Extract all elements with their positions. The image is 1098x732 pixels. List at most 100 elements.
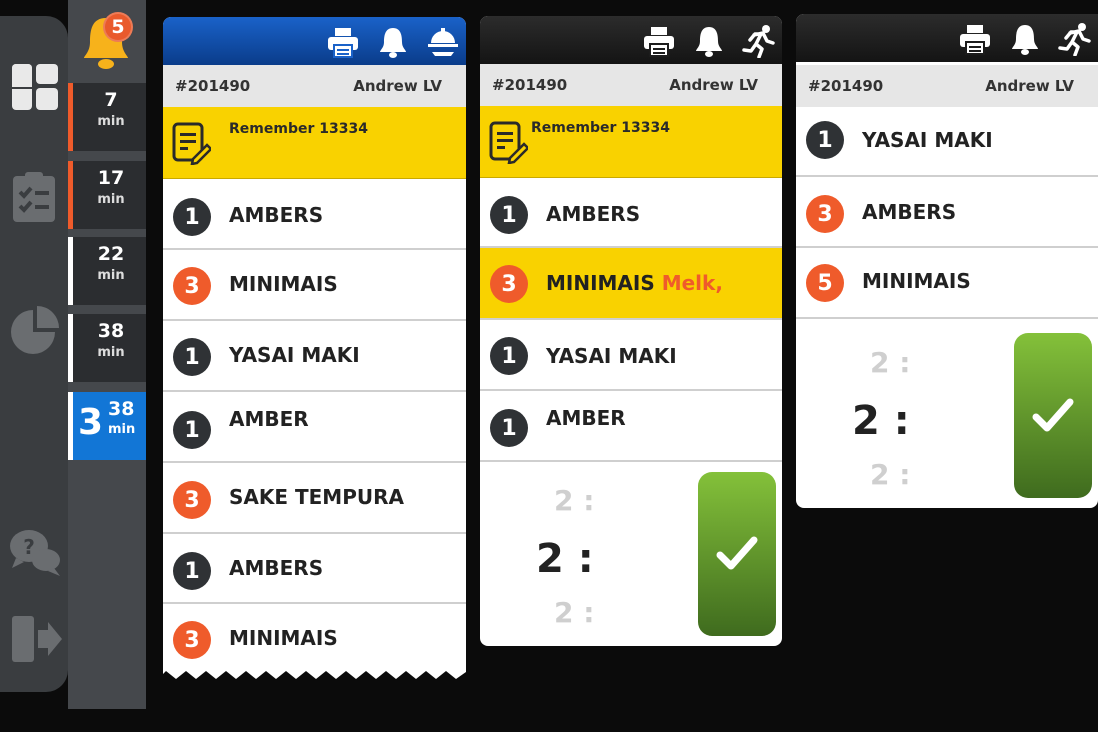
item-name: AMBERS: [229, 203, 324, 227]
item-modifier: Melk,: [661, 271, 723, 295]
item-name: YASAI MAKI: [862, 128, 993, 152]
left-nav: ?: [0, 16, 68, 692]
time-picker-current: 2 :: [536, 536, 594, 582]
printer-icon[interactable]: [642, 24, 676, 58]
order-card[interactable]: #201490 Andrew LV Remember 13334 1 AMBERS…: [480, 16, 782, 646]
order-meta: #201490 Andrew LV: [163, 65, 466, 107]
order-item-row[interactable]: 1 AMBERS: [163, 179, 466, 250]
help-chat-icon[interactable]: ?: [8, 524, 62, 578]
order-card-body: #201490 Andrew LV Remember 13334 1 AMBERS…: [163, 17, 466, 667]
clipboard-checklist-icon[interactable]: [8, 170, 62, 224]
item-name: AMBERS: [862, 200, 957, 224]
svg-text:?: ?: [23, 535, 35, 559]
order-timer[interactable]: 7 min: [68, 83, 146, 151]
item-qty-badge: 1: [173, 198, 211, 236]
order-card-header: [163, 17, 466, 65]
order-number: #201490: [808, 77, 884, 95]
order-timer[interactable]: 17 min: [68, 161, 146, 229]
serving-tray-icon[interactable]: [426, 25, 460, 59]
running-person-icon[interactable]: [1058, 22, 1092, 57]
timer-value: 38: [108, 398, 135, 420]
order-item-row[interactable]: 1 AMBERS: [480, 178, 782, 248]
order-meta: #201490 Andrew LV: [796, 65, 1098, 107]
header-actions: [958, 22, 1092, 57]
time-picker-current: 2 :: [852, 398, 910, 444]
order-item-row-highlighted[interactable]: 3 MINIMAIS Melk,: [480, 248, 782, 320]
dashboard-icon[interactable]: [8, 60, 62, 114]
item-name: AMBER: [546, 406, 626, 430]
order-note[interactable]: Remember 13334: [480, 106, 782, 178]
logout-icon[interactable]: [8, 612, 62, 666]
timer-unit: min: [97, 268, 125, 283]
item-name: AMBERS: [229, 556, 324, 580]
timer-status-bar: [68, 237, 73, 305]
running-person-icon[interactable]: [742, 24, 776, 59]
timer-status-bar: [68, 161, 73, 229]
order-card[interactable]: #201490 Andrew LV 1 YASAI MAKI 3 AMBERS 5M…: [796, 14, 1098, 508]
timer-status-bar: [68, 392, 73, 460]
item-name-text: MINIMAIS: [546, 271, 655, 295]
order-item-row[interactable]: 3 MINIMAIS: [163, 250, 466, 321]
order-meta: #201490 Andrew LV: [480, 64, 782, 106]
item-name: MINIMAIS: [229, 272, 338, 296]
notification-count-badge: 5: [103, 12, 133, 42]
receipt-tear-edge: [163, 666, 466, 679]
timer-value: 7: [104, 89, 118, 111]
time-picker-prev: 2 :: [554, 484, 595, 517]
timer-unit: min: [97, 114, 125, 129]
order-card-header: [480, 16, 782, 64]
order-item-row[interactable]: 3 SAKE TEMPURA: [163, 463, 466, 534]
order-number: #201490: [492, 76, 568, 94]
order-item-row[interactable]: 1 AMBER: [480, 391, 782, 462]
order-item-row[interactable]: 1 YASAI MAKI: [163, 321, 466, 392]
item-qty-badge: 1: [490, 196, 528, 234]
order-timer[interactable]: 38 min: [68, 314, 146, 382]
order-item-row[interactable]: 3 MINIMAIS: [163, 604, 466, 667]
order-item-row[interactable]: 1 AMBER: [163, 392, 466, 463]
item-name: SAKE TEMPURA: [229, 485, 404, 509]
order-timer[interactable]: 22 min: [68, 237, 146, 305]
item-qty-badge: 3: [173, 481, 211, 519]
order-item-row[interactable]: 3 AMBERS: [796, 177, 1098, 248]
timer-unit: min: [108, 422, 136, 437]
order-note-text: Remember 13334: [229, 121, 368, 137]
item-qty-badge: 1: [173, 552, 211, 590]
item-name: MINIMAIS: [862, 269, 971, 293]
timer-value: 17: [97, 167, 125, 189]
order-timer-active[interactable]: 3 38 min: [68, 392, 146, 460]
item-name: YASAI MAKI: [546, 344, 677, 368]
order-item-row[interactable]: 1 YASAI MAKI: [480, 320, 782, 391]
time-picker-next: 2 :: [554, 596, 595, 629]
time-picker-prev: 2 :: [870, 346, 911, 379]
note-edit-icon: [171, 121, 213, 166]
item-name: YASAI MAKI: [229, 343, 360, 367]
header-actions: [326, 25, 460, 59]
order-card[interactable]: #201490 Andrew LV Remember 13334 1 AMBERS…: [163, 17, 466, 680]
order-item-row[interactable]: 1 AMBERS: [163, 534, 466, 604]
complete-order-button[interactable]: [1014, 333, 1092, 498]
order-user: Andrew LV: [353, 77, 442, 95]
item-qty-badge: 1: [490, 337, 528, 375]
timer-unit: min: [97, 345, 125, 360]
item-qty-badge: 5: [806, 264, 844, 302]
item-qty-badge: 3: [173, 267, 211, 305]
item-name: AMBERS: [546, 202, 641, 226]
bell-icon[interactable]: [376, 25, 410, 59]
item-qty-badge: 1: [490, 409, 528, 447]
order-note[interactable]: Remember 13334: [163, 107, 466, 179]
time-picker-next: 2 :: [870, 458, 911, 491]
item-name: MINIMAIS Melk,: [546, 271, 723, 295]
printer-icon[interactable]: [958, 22, 992, 56]
complete-order-button[interactable]: [698, 472, 776, 636]
pie-chart-icon[interactable]: [8, 304, 62, 358]
bell-icon[interactable]: [692, 24, 726, 58]
order-user: Andrew LV: [669, 76, 758, 94]
bell-icon[interactable]: [1008, 22, 1042, 56]
order-item-row[interactable]: 5 MINIMAIS: [796, 248, 1098, 319]
item-qty-badge: 3: [490, 265, 528, 303]
printer-icon[interactable]: [326, 25, 360, 59]
header-actions: [642, 24, 776, 59]
order-item-row[interactable]: 1 YASAI MAKI: [796, 107, 1098, 177]
order-card-header: [796, 14, 1098, 62]
item-name: AMBER: [229, 407, 309, 431]
